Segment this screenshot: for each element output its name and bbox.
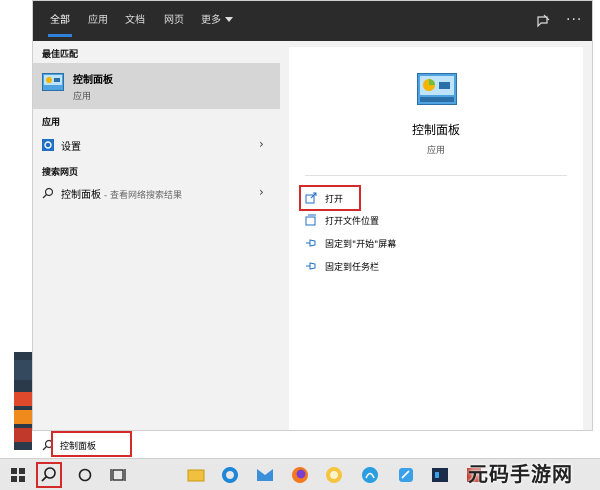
tab-web[interactable]: 网页 xyxy=(164,1,184,41)
thumbnail-block xyxy=(14,410,32,424)
highlight-box-open xyxy=(299,185,361,211)
thumbnail-block xyxy=(14,360,32,380)
tab-more[interactable]: 更多 xyxy=(201,1,233,41)
apps-heading: 应用 xyxy=(42,118,61,128)
app-icon[interactable] xyxy=(360,465,380,485)
highlight-box-taskbar-search xyxy=(36,462,62,488)
firefox-icon[interactable] xyxy=(290,465,310,485)
search-topbar: 全部 应用 文档 网页 更多 ··· xyxy=(33,1,592,41)
more-options-icon[interactable]: ··· xyxy=(566,13,582,29)
watermark-text: 元码手游网 xyxy=(468,462,573,486)
divider xyxy=(305,175,567,176)
thumbnail-block xyxy=(14,392,32,406)
feedback-icon[interactable] xyxy=(535,13,551,29)
web-search-hint: - 查看网络搜索结果 xyxy=(101,191,182,201)
notes-app-icon[interactable] xyxy=(396,465,416,485)
chevron-right-icon[interactable]: › xyxy=(259,137,264,151)
desktop-thumbnail xyxy=(14,352,32,450)
mail-app-icon[interactable] xyxy=(255,465,275,485)
best-match-heading: 最佳匹配 xyxy=(42,50,79,60)
task-view-icon[interactable] xyxy=(108,465,128,485)
chevron-right-icon[interactable]: › xyxy=(259,185,264,199)
action-open-file-location-label: 打开文件位置 xyxy=(325,217,380,227)
web-search-term: 控制面板 xyxy=(61,190,101,201)
highlight-box-search-input xyxy=(51,431,132,457)
cortana-icon[interactable] xyxy=(75,465,95,485)
tab-apps[interactable]: 应用 xyxy=(88,1,108,41)
photoshop-icon[interactable] xyxy=(430,465,450,485)
search-popup: 全部 应用 文档 网页 更多 ··· 最佳匹配 控制面板 应用 应用 设置 › … xyxy=(32,0,593,458)
search-icon xyxy=(42,187,54,199)
settings-label: 设置 xyxy=(61,142,81,153)
pin-icon xyxy=(306,262,316,270)
web-search-result[interactable]: 控制面板 - 查看网络搜索结果 › xyxy=(33,181,280,205)
folder-icon xyxy=(305,214,316,226)
results-pane: 最佳匹配 控制面板 应用 应用 设置 › 搜索网页 控制面板 - 查看网络搜索结… xyxy=(33,41,282,458)
preview-subtitle: 应用 xyxy=(426,146,445,156)
action-pin-to-taskbar-label: 固定到任务栏 xyxy=(325,263,380,273)
settings-result[interactable]: 设置 › xyxy=(33,133,280,157)
best-match-title: 控制面板 xyxy=(73,75,113,86)
pin-icon xyxy=(306,239,316,247)
web-search-heading: 搜索网页 xyxy=(42,168,79,178)
tab-all[interactable]: 全部 xyxy=(48,1,72,41)
app-icon[interactable] xyxy=(324,465,344,485)
thumbnail-block xyxy=(14,428,32,442)
best-match-result[interactable]: 控制面板 应用 xyxy=(33,63,280,109)
control-panel-icon xyxy=(42,73,64,91)
chevron-down-icon xyxy=(225,17,233,22)
preview-pane: 控制面板 应用 打开 打开文件位置 固定到"开始"屏幕 固定到任务栏 xyxy=(289,47,583,431)
windows-start-icon[interactable] xyxy=(8,465,28,485)
tab-documents[interactable]: 文档 xyxy=(125,1,145,41)
action-pin-to-start-label: 固定到"开始"屏幕 xyxy=(325,240,397,250)
best-match-subtitle: 应用 xyxy=(73,92,92,102)
control-panel-icon xyxy=(417,73,457,105)
preview-title: 控制面板 xyxy=(411,123,460,137)
edge-browser-icon[interactable] xyxy=(220,465,240,485)
file-explorer-icon[interactable] xyxy=(186,465,206,485)
gear-icon xyxy=(42,139,54,151)
